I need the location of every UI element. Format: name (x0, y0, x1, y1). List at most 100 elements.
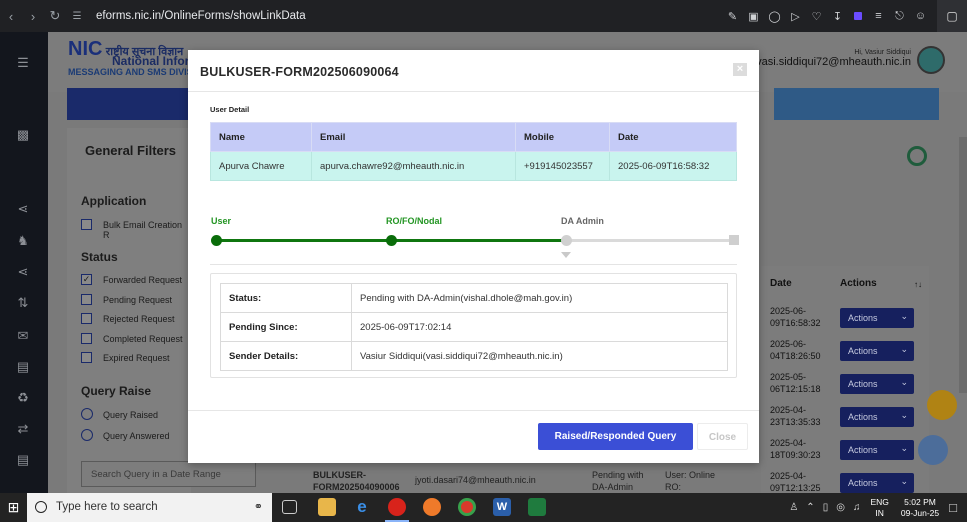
profile-icon[interactable]: ☺ (910, 10, 931, 22)
chevron-down-icon: ⌄ (900, 410, 908, 420)
camera-icon[interactable]: ▣ (743, 10, 764, 23)
edge-icon[interactable]: e (353, 498, 371, 516)
share-alt-icon[interactable]: ⋖ (14, 265, 32, 279)
firefox-icon[interactable] (423, 498, 441, 516)
pending-since-value: 2025-06-09T17:02:14 (351, 312, 728, 342)
file-explorer-icon[interactable] (318, 498, 336, 516)
stage-da-admin-label: DA Admin (561, 216, 604, 226)
form-id[interactable]: BULKUSER- FORM202504090006 (313, 469, 400, 493)
site-info-icon[interactable]: ☰ (66, 11, 88, 22)
checkbox[interactable] (81, 219, 92, 230)
scrollbar[interactable] (959, 137, 967, 393)
avatar[interactable] (917, 46, 945, 74)
battery-icon[interactable]: ▯ (823, 502, 829, 513)
actions-dropdown[interactable]: Actions ⌄ (840, 308, 914, 328)
radio[interactable] (81, 408, 93, 420)
share-icon[interactable]: ⋖ (14, 202, 32, 216)
query-raised-radio[interactable]: Query Raised (81, 408, 158, 420)
left-rail: ☰ ▩ ⋖ ♞ ⋖ ⇅ ✉ ▤ ♻ ⇄ ▤ (0, 32, 48, 493)
queue-icon[interactable]: ▤ (14, 360, 32, 374)
chevron-up-icon[interactable]: ⌃ (806, 502, 814, 513)
actions-dropdown[interactable]: Actions ⌄ (840, 374, 914, 394)
actions-dropdown[interactable]: Actions ⌄ (840, 440, 914, 460)
notifications-icon[interactable]: □ (949, 500, 957, 515)
shield-icon[interactable]: ◯ (764, 10, 785, 23)
clock[interactable]: 5:02 PM 09-Jun-25 (901, 497, 939, 519)
heart-icon[interactable]: ♡ (806, 10, 827, 23)
language-indicator[interactable]: ENG IN (870, 497, 888, 519)
actions-dropdown[interactable]: Actions ⌄ (840, 407, 914, 427)
play-icon[interactable]: ▷ (785, 10, 806, 23)
actions-column-header[interactable]: Actions (840, 278, 877, 289)
recycle-icon[interactable]: ♻ (14, 391, 32, 405)
sort-icon[interactable]: ↑↓ (914, 280, 922, 289)
chrome-icon[interactable] (458, 498, 476, 516)
users-icon[interactable]: ♞ (14, 234, 32, 248)
opera-icon[interactable] (385, 498, 409, 522)
back-icon[interactable]: ‹ (0, 9, 22, 24)
status-rejected[interactable]: Rejected Request (81, 313, 175, 324)
extension-icon[interactable] (854, 12, 862, 20)
form-detail-modal: BULKUSER-FORM202506090064 × User Detail … (188, 50, 759, 463)
reload-icon[interactable]: ↻ (44, 8, 66, 24)
excel-icon[interactable] (528, 498, 546, 516)
task-view-icon[interactable] (282, 500, 297, 514)
user-detail-table: Name Email Mobile Date Apurva Chawre apu… (210, 122, 737, 181)
table-row-date: 2025-05- 06T12:15:18 (770, 372, 821, 394)
pending-since-key: Pending Since: (220, 312, 352, 342)
status-pending[interactable]: Pending Request (81, 294, 172, 305)
date-column-header[interactable]: Date (770, 278, 792, 289)
browser-toolbar: ‹ › ↻ ☰ eforms.nic.in/OnlineForms/showLi… (0, 0, 967, 32)
people-icon[interactable]: ♙ (789, 502, 798, 513)
wifi-icon[interactable]: ◎ (836, 502, 845, 513)
dashboard-icon[interactable]: ▩ (14, 128, 32, 142)
date-range-input[interactable]: Search Query in a Date Range (81, 461, 256, 487)
inbox-icon[interactable]: ▤ (14, 453, 32, 467)
transfer-icon[interactable]: ⇄ (14, 422, 32, 436)
status-completed[interactable]: Completed Request (81, 333, 183, 344)
actions-dropdown[interactable]: Actions ⌄ (840, 473, 914, 493)
address-bar[interactable]: eforms.nic.in/OnlineForms/showLinkData (96, 10, 306, 22)
checkbox[interactable] (81, 294, 92, 305)
microphone-icon[interactable]: ⚭ (254, 500, 263, 513)
search-icon[interactable] (907, 146, 927, 166)
chevron-down-icon: ⌄ (900, 377, 908, 387)
download-icon[interactable]: ↧ (827, 10, 848, 23)
info-button[interactable] (927, 390, 957, 420)
edit-icon[interactable]: ✎ (722, 10, 743, 23)
volume-icon[interactable]: ♫ (853, 502, 861, 513)
checkbox[interactable] (81, 333, 92, 344)
query-answered-radio[interactable]: Query Answered (81, 429, 170, 441)
checkbox-checked[interactable]: ✓ (81, 274, 92, 285)
sort-icon[interactable]: ⇅ (14, 296, 32, 310)
forward-icon[interactable]: › (22, 9, 44, 24)
scroll-top-button[interactable] (918, 435, 948, 465)
status-table: Status: Pending with DA-Admin(vishal.dho… (220, 283, 728, 371)
status-forwarded[interactable]: ✓ Forwarded Request (81, 274, 182, 285)
lock-icon[interactable]: ⎋ (889, 10, 910, 23)
cube-icon[interactable]: ▢ (937, 0, 967, 32)
table-row-date: 2025-04- 23T13:35:33 (770, 405, 821, 427)
word-icon[interactable]: W (493, 498, 511, 516)
checkbox[interactable] (81, 352, 92, 363)
hamburger-icon[interactable]: ☰ (14, 56, 32, 70)
divider (188, 410, 759, 411)
menu-icon[interactable]: ≡ (868, 10, 889, 22)
stage-da-admin-node (561, 235, 572, 246)
raised-responded-query-button[interactable]: Raised/Responded Query (538, 423, 693, 450)
chevron-down-icon: ⌄ (900, 344, 908, 354)
application-option[interactable]: Bulk Email Creation R (81, 219, 191, 240)
user-detail-label: User Detail (210, 105, 250, 114)
table-row-date: 2025-06- 04T18:26:50 (770, 339, 821, 361)
chat-icon[interactable]: ✉ (14, 329, 32, 343)
radio[interactable] (81, 429, 93, 441)
actions-dropdown[interactable]: Actions ⌄ (840, 341, 914, 361)
application-heading: Application (81, 194, 147, 208)
taskbar-search[interactable]: Type here to search ⚭ (27, 493, 272, 522)
status-expired[interactable]: Expired Request (81, 352, 170, 363)
checkbox[interactable] (81, 313, 92, 324)
close-icon[interactable]: × (733, 63, 747, 76)
windows-start-icon[interactable]: ⊞ (0, 493, 27, 522)
name-header: Name (210, 122, 312, 152)
close-button[interactable]: Close (697, 423, 748, 450)
